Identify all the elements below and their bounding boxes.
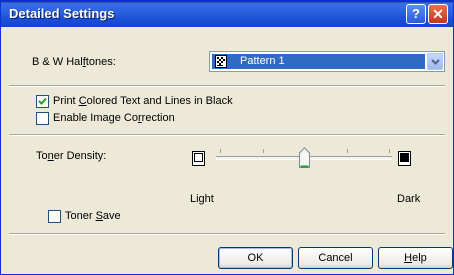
- image-correction-label[interactable]: Enable Image Correction: [53, 112, 175, 124]
- toner-save-checkbox[interactable]: [48, 210, 61, 223]
- title-bar[interactable]: Detailed Settings ? ✕: [1, 1, 453, 27]
- help-button[interactable]: Help: [378, 247, 453, 269]
- image-correction-checkbox[interactable]: [36, 112, 49, 125]
- help-title-button[interactable]: ?: [406, 4, 426, 24]
- separator-3: [9, 233, 445, 235]
- dark-label: Dark: [397, 193, 421, 205]
- dark-density-icon: [398, 151, 411, 166]
- halftones-selected: Pattern 1: [212, 54, 425, 69]
- slider-tick: [347, 149, 348, 153]
- separator-2: [9, 134, 445, 136]
- slider-tick: [389, 149, 390, 153]
- halftones-value: Pattern 1: [240, 55, 285, 67]
- dropdown-arrow-button[interactable]: [427, 53, 443, 70]
- toner-density-slider-thumb[interactable]: [299, 147, 310, 168]
- slider-tick: [263, 149, 264, 153]
- slider-tick: [220, 149, 221, 153]
- toner-density-label: Toner Density:: [36, 150, 107, 162]
- light-label: Light: [190, 193, 214, 205]
- ok-button[interactable]: OK: [218, 247, 293, 269]
- checkmark-icon: [38, 97, 47, 105]
- dialog-title: Detailed Settings: [9, 6, 115, 21]
- pattern-icon: [215, 55, 227, 68]
- separator-1: [9, 85, 445, 87]
- toner-save-label[interactable]: Toner Save: [65, 210, 121, 222]
- light-density-icon: [192, 151, 205, 166]
- cancel-button[interactable]: Cancel: [298, 247, 373, 269]
- halftones-combobox[interactable]: Pattern 1: [209, 51, 445, 72]
- detailed-settings-dialog: Detailed Settings ? ✕ B & W Halftones: P…: [0, 0, 454, 275]
- halftones-label: B & W Halftones:: [32, 56, 116, 68]
- print-colored-checkbox[interactable]: [36, 95, 49, 108]
- print-colored-label[interactable]: Print Colored Text and Lines in Black: [53, 95, 233, 107]
- close-button[interactable]: ✕: [428, 4, 448, 24]
- chevron-down-icon: [431, 59, 440, 65]
